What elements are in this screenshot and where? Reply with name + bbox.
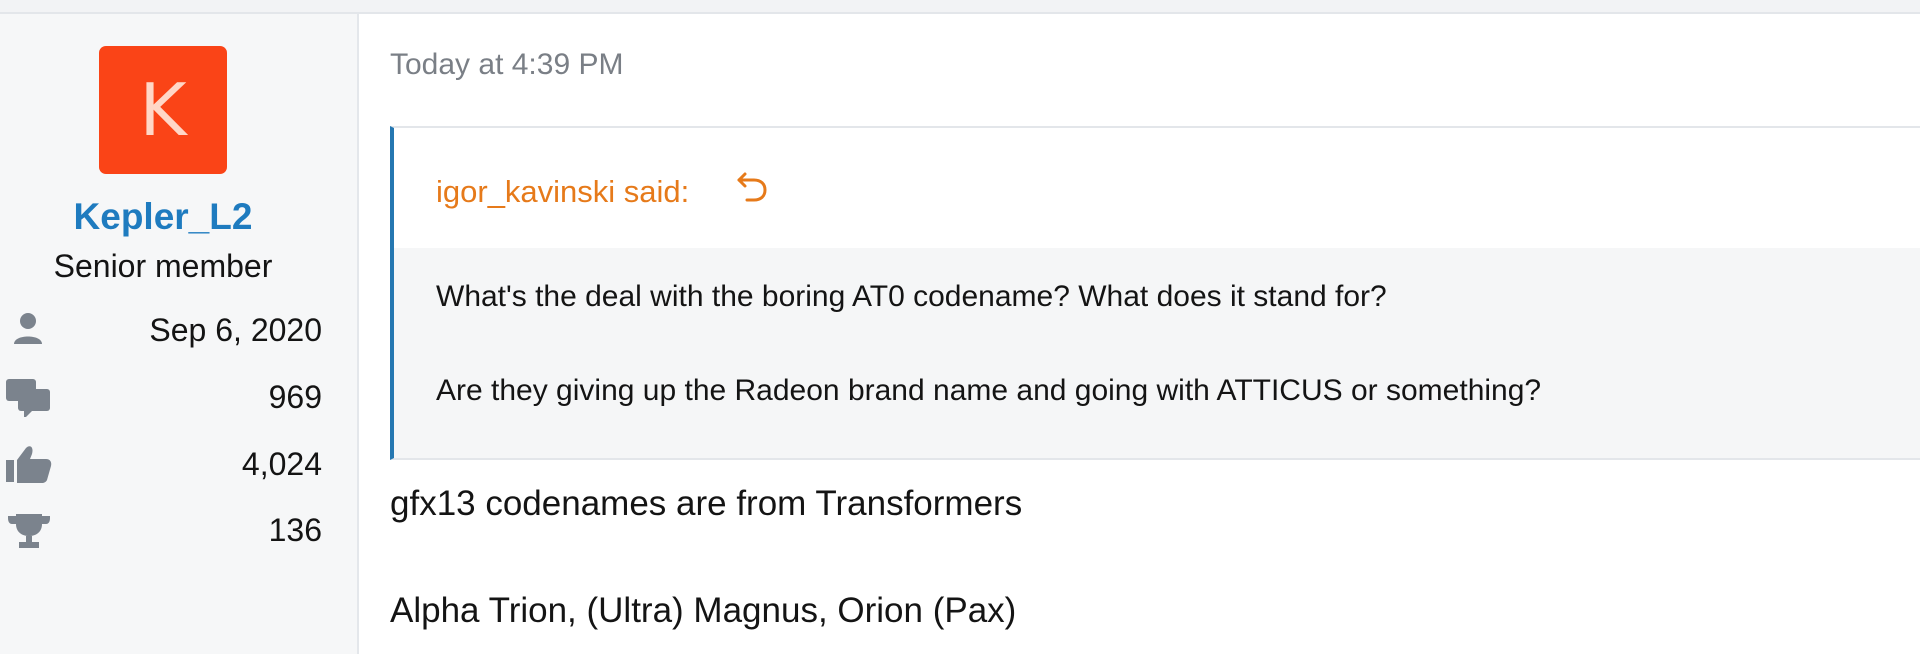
user-icon <box>4 310 54 350</box>
top-divider <box>0 0 1920 14</box>
username-link[interactable]: Kepler_L2 <box>0 196 326 238</box>
quote-text-line: What's the deal with the boring AT0 code… <box>436 280 1387 313</box>
messages-icon <box>4 377 54 417</box>
trophy-points: 136 <box>268 512 322 548</box>
post-text-line: Alpha Trion, (Ultra) Magnus, Orion (Pax) <box>390 591 1017 630</box>
stat-joined: Sep 6, 2020 <box>4 308 322 352</box>
quote-block: igor_kavinski said: What's the deal with… <box>390 126 1920 460</box>
user-title: Senior member <box>53 248 273 284</box>
stat-reactions: 4,024 <box>4 442 322 486</box>
quote-text-line: Are they giving up the Radeon brand name… <box>436 374 1542 407</box>
quote-body: What's the deal with the boring AT0 code… <box>394 248 1920 458</box>
forum-post: K Kepler_L2 Senior member Sep 6, 2020 96… <box>0 0 1920 654</box>
trophy-icon <box>4 510 54 550</box>
stat-messages: 969 <box>4 375 322 419</box>
post-text-line: gfx13 codenames are from Transformers <box>390 484 1023 523</box>
avatar-letter: K <box>139 68 187 152</box>
quote-author-link[interactable]: igor_kavinski said: <box>436 174 689 210</box>
avatar[interactable]: K <box>99 46 227 174</box>
quote-header: igor_kavinski said: <box>394 128 1920 248</box>
message-count: 969 <box>268 379 322 415</box>
reaction-score: 4,024 <box>241 446 322 482</box>
reply-arrow-icon[interactable] <box>736 170 770 204</box>
stat-points: 136 <box>4 508 322 552</box>
user-info-panel: K Kepler_L2 Senior member Sep 6, 2020 96… <box>0 14 359 654</box>
thumbs-up-icon <box>4 444 54 484</box>
joined-date: Sep 6, 2020 <box>149 312 322 348</box>
post-date[interactable]: Today at 4:39 PM <box>390 48 623 82</box>
